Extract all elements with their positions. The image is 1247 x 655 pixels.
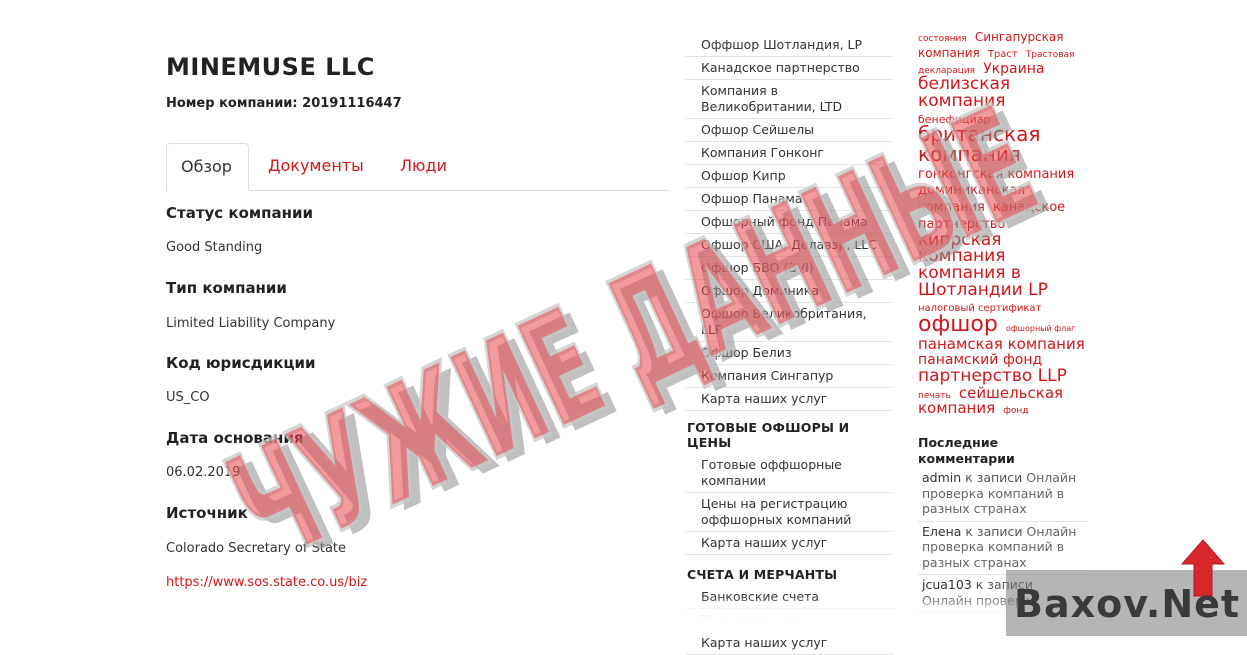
source-link[interactable]: https://www.sos.state.co.us/biz: [166, 575, 367, 590]
founded-value: 06.02.2019: [166, 465, 241, 480]
recent-comment: admin к записи Онлайн проверка компаний …: [918, 468, 1088, 522]
menu-item[interactable]: Офшор Великобритания, LLP: [685, 303, 893, 342]
tag-link[interactable]: Траст: [988, 49, 1018, 60]
tag-link[interactable]: гонконгская компания: [918, 167, 1074, 182]
comment-separator: к записи: [961, 523, 1027, 539]
recent-comments-heading: Последние комментарии: [918, 435, 1015, 466]
tab-people[interactable]: Люди: [386, 143, 461, 189]
recent-comment: Елена к записи Онлайн проверка компаний …: [918, 522, 1088, 575]
jurisdiction-value: US_CO: [166, 390, 210, 405]
comment-separator: к записи: [961, 470, 1027, 485]
menu-item[interactable]: Офшор Сейшелы: [685, 119, 893, 142]
menu-heading-accounts: СЧЕТА И МЕРЧАНТЫ: [687, 567, 838, 582]
menu-group-offshore: Оффшор Шотландия, LP Канадское партнерств…: [685, 34, 893, 411]
menu-item[interactable]: Компания Гонконг: [685, 142, 893, 165]
menu-item[interactable]: Офшор США, Делавэр, LLC: [685, 234, 893, 257]
menu-group-ready: Готовые оффшорные компании Цены на регист…: [685, 454, 893, 555]
source-label: Источник: [166, 504, 248, 522]
tag-link[interactable]: компания в Шотландии LP: [918, 263, 1048, 300]
company-name: MINEMUSE LLC: [166, 53, 375, 81]
services-menu: Оффшор Шотландия, LP Канадское партнерств…: [685, 34, 893, 655]
tag-link[interactable]: офшор: [918, 312, 998, 337]
tag-link[interactable]: фонд: [1003, 406, 1028, 416]
watermark-text: Baxov.Net: [1014, 582, 1241, 626]
tag-link[interactable]: состояния: [918, 34, 967, 44]
tab-documents[interactable]: Документы: [254, 143, 378, 189]
menu-item[interactable]: Цены на регистрацию оффшорных компаний: [685, 493, 893, 532]
tag-link[interactable]: сейшельская компания: [918, 384, 1063, 418]
tag-link[interactable]: панамская компания: [918, 335, 1085, 353]
company-number: Номер компании: 20191116447: [166, 96, 402, 111]
jurisdiction-label: Код юрисдикции: [166, 354, 316, 372]
menu-item[interactable]: Компания Сингапур: [685, 365, 893, 388]
tag-link[interactable]: британская компания: [918, 122, 1040, 166]
status-label: Статус компании: [166, 204, 314, 222]
founded-label: Дата основания: [166, 429, 304, 447]
type-label: Тип компании: [166, 279, 287, 297]
menu-item[interactable]: Компания в Великобритании, LTD: [685, 80, 893, 119]
menu-item[interactable]: Готовые оффшорные компании: [685, 454, 893, 493]
menu-heading-ready: ГОТОВЫЕ ОФШОРЫ И ЦЕНЫ: [687, 420, 850, 450]
comment-author[interactable]: admin: [922, 470, 961, 485]
tag-link[interactable]: офшорный флаг: [1006, 324, 1075, 333]
tag-cloud: состояния Сингапурская компания Траст Тр…: [918, 28, 1088, 416]
type-value: Limited Liability Company: [166, 316, 336, 331]
comment-author[interactable]: Елена: [922, 524, 961, 539]
menu-item[interactable]: Карта наших услуг: [685, 532, 893, 555]
menu-item[interactable]: Офшор Панама: [685, 188, 893, 211]
menu-item[interactable]: Офшор Доминика: [685, 280, 893, 303]
tab-bar: Обзор Документы Люди: [166, 143, 669, 191]
status-value: Good Standing: [166, 240, 263, 255]
tab-overview[interactable]: Обзор: [166, 143, 249, 191]
menu-item[interactable]: Офшор Белиз: [685, 342, 893, 365]
menu-item[interactable]: Офшор Кипр: [685, 165, 893, 188]
source-value: Colorado Secretary of State: [166, 541, 347, 556]
menu-item[interactable]: Карта наших услуг: [685, 388, 893, 411]
tag-link[interactable]: кипрская компания: [918, 230, 1005, 267]
menu-item[interactable]: Оффшор Шотландия, LP: [685, 34, 893, 57]
menu-item[interactable]: Канадское партнерство: [685, 57, 893, 80]
menu-item[interactable]: Офшор БВО (BVI): [685, 257, 893, 280]
tag-link[interactable]: белизская компания: [918, 74, 1010, 111]
menu-item[interactable]: Офшорный фонд Панама: [685, 211, 893, 234]
tag-link[interactable]: партнерство LLP: [918, 366, 1067, 386]
company-panel: MINEMUSE LLC Номер компании: 20191116447…: [166, 0, 671, 636]
comment-author[interactable]: jcua103: [922, 577, 972, 592]
